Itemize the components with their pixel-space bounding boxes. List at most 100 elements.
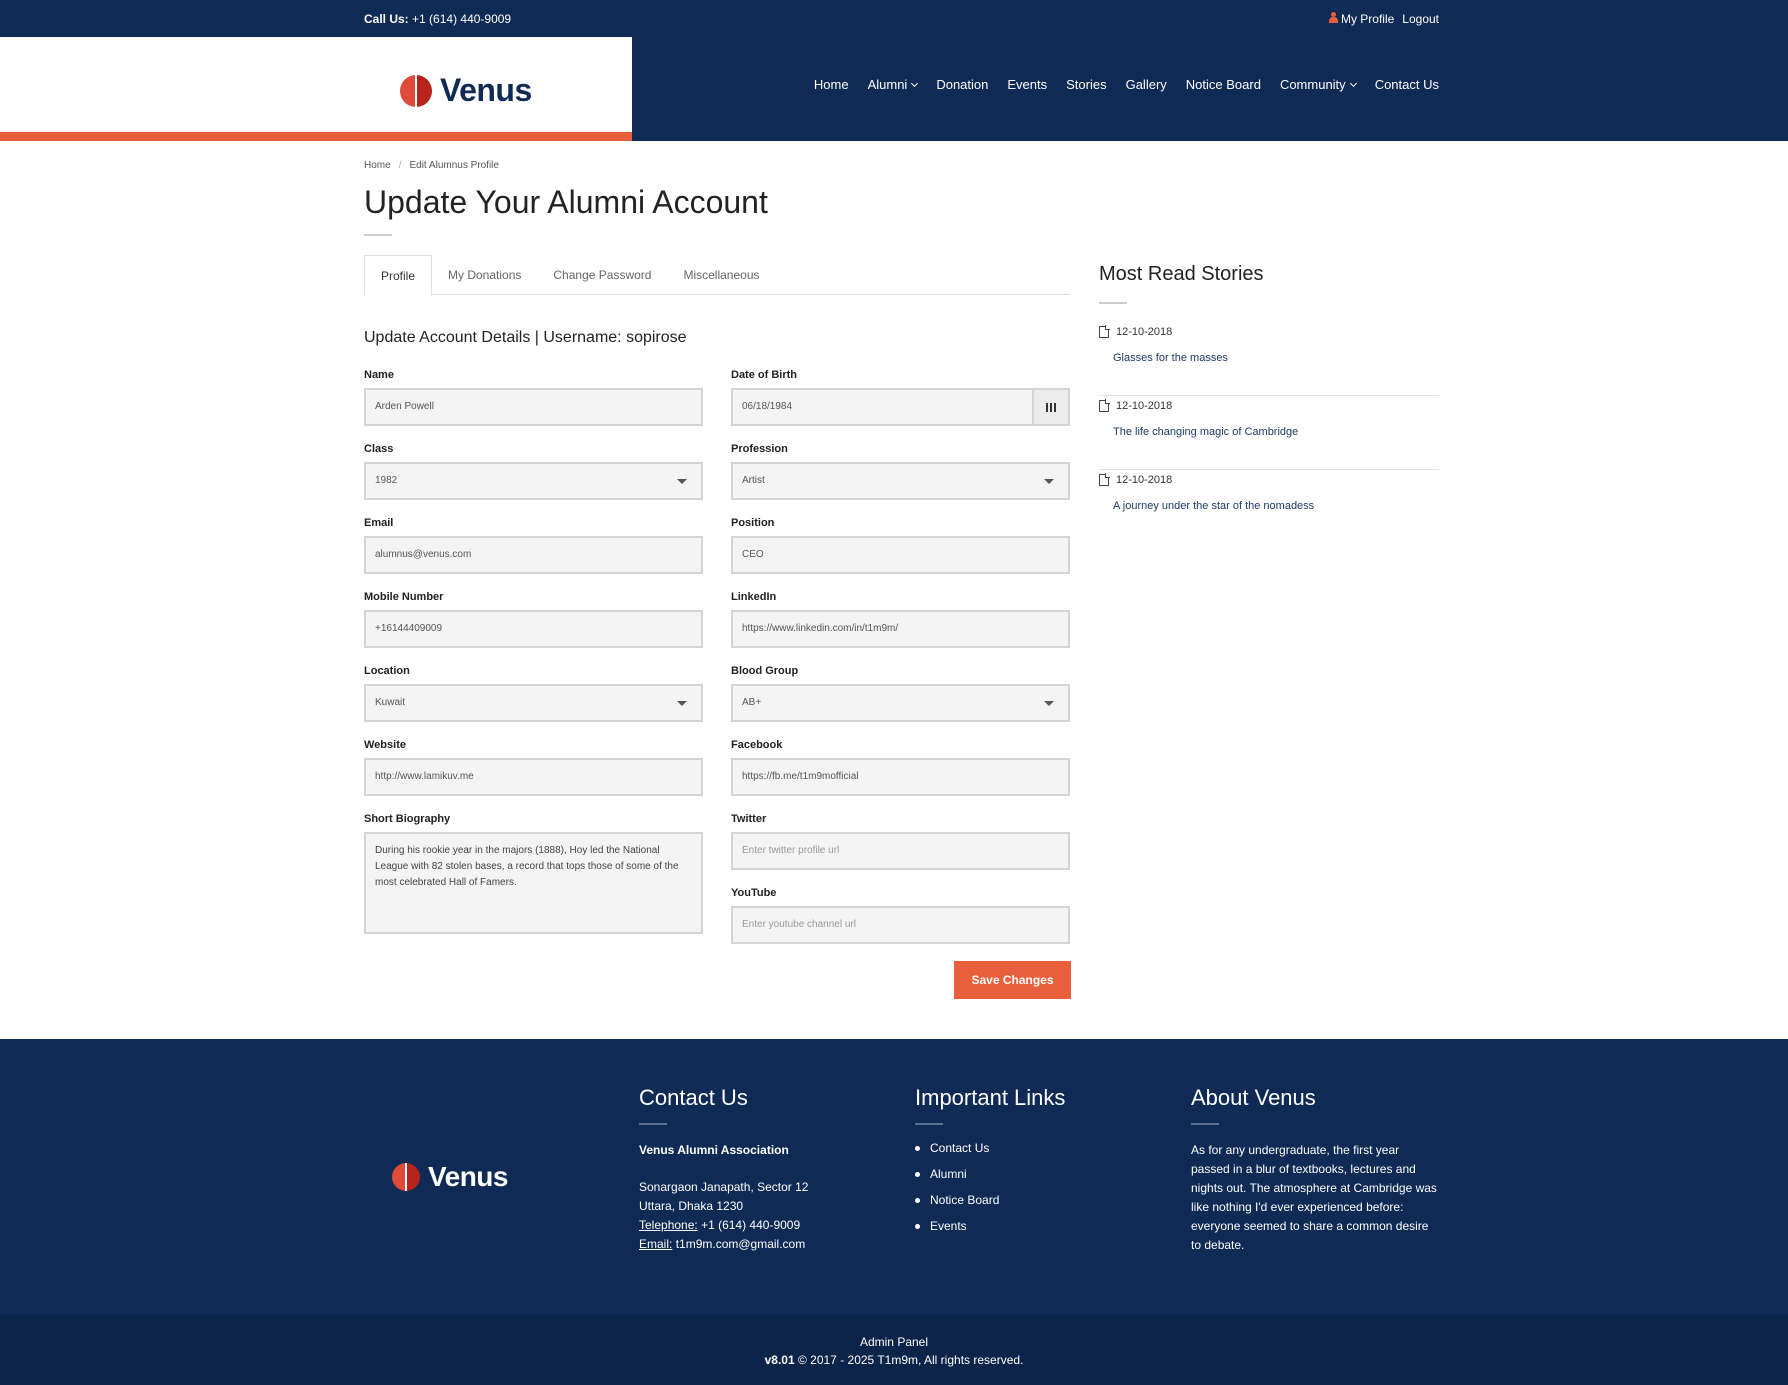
venus-logo-icon [400, 74, 432, 107]
footer-link[interactable]: Notice Board [915, 1193, 1065, 1207]
linkedin-label: LinkedIn [731, 591, 777, 603]
copyright-notice: © 2017 - 2025 T1m9m, All rights reserved… [797, 1353, 1024, 1367]
website-input[interactable]: http://www.lamikuv.me [364, 758, 703, 796]
class-select[interactable]: 1982 [364, 462, 703, 500]
footer-logo[interactable]: Venus [392, 1161, 508, 1193]
nav-events[interactable]: Events [1007, 77, 1047, 92]
blood-group-select[interactable]: AB+ [731, 684, 1070, 722]
facebook-input[interactable]: https://fb.me/t1m9mofficial [731, 758, 1070, 796]
telephone-label: Telephone: [639, 1218, 698, 1232]
brand-name: Venus [440, 72, 532, 108]
tab-change-password[interactable]: Change Password [537, 255, 667, 295]
location-field-group: Location Kuwait [364, 665, 703, 722]
footer-link[interactable]: Alumni [915, 1167, 1065, 1181]
email-input[interactable]: alumnus@venus.com [364, 536, 703, 574]
footer-link[interactable]: Events [915, 1219, 1065, 1233]
caret-down-icon [677, 701, 687, 706]
mobile-label: Mobile Number [364, 591, 444, 603]
bio-label: Short Biography [364, 813, 451, 825]
footer-links: Important Links Contact Us Alumni Notice… [915, 1085, 1065, 1245]
tab-my-donations[interactable]: My Donations [432, 255, 537, 295]
profession-field-group: Profession Artist [731, 443, 1070, 500]
logo-container: Venus [0, 37, 632, 141]
footer-org-name: Venus Alumni Association [639, 1143, 789, 1157]
profession-select[interactable]: Artist [731, 462, 1070, 500]
footer-contact: Contact Us Venus Alumni Association Sona… [639, 1085, 808, 1254]
nav-gallery[interactable]: Gallery [1126, 77, 1167, 92]
facebook-label: Facebook [731, 739, 783, 751]
tab-profile[interactable]: Profile [364, 255, 433, 296]
linkedin-input[interactable]: https://www.linkedin.com/in/t1m9m/ [731, 610, 1070, 648]
dob-input[interactable]: 06/18/1984 [731, 388, 1070, 426]
chevron-down-icon [911, 79, 919, 87]
page-title: Update Your Alumni Account [364, 184, 768, 220]
story-item: 12-10-2018 A journey under the star of t… [1099, 470, 1439, 544]
blood-group-value: AB+ [742, 697, 762, 708]
twitter-field-group: Twitter Enter twitter profile url [731, 813, 1070, 870]
facebook-field-group: Facebook https://fb.me/t1m9mofficial [731, 739, 1070, 796]
copyright-text: v8.01 © 2017 - 2025 T1m9m, All rights re… [0, 1351, 1788, 1369]
my-profile-link[interactable]: My Profile [1328, 12, 1395, 26]
top-bar: Call Us: +1 (614) 440-9009 My Profile Lo… [0, 0, 1788, 37]
breadcrumb-current: Edit Alumnus Profile [409, 160, 499, 171]
breadcrumb-home[interactable]: Home [364, 160, 391, 171]
email-label-footer: Email: [639, 1237, 673, 1251]
footer-links-heading: Important Links [915, 1085, 1066, 1110]
story-item: 12-10-2018 The life changing magic of Ca… [1099, 396, 1439, 470]
twitter-input[interactable]: Enter twitter profile url [731, 832, 1070, 870]
email-field-group: Email alumnus@venus.com [364, 517, 703, 574]
story-link[interactable]: A journey under the star of the nomadess [1113, 500, 1314, 512]
youtube-field-group: YouTube Enter youtube channel url [731, 887, 1070, 944]
story-date-text: 12-10-2018 [1116, 326, 1173, 338]
story-date: 12-10-2018 [1099, 399, 1172, 412]
footer-link-list: Contact Us Alumni Notice Board Events [915, 1141, 1065, 1233]
website-label: Website [364, 739, 406, 751]
phone-number: +1 (614) 440-9009 [412, 12, 512, 26]
calendar-button[interactable] [1032, 390, 1068, 424]
footer-divider [639, 1123, 667, 1125]
nav-stories[interactable]: Stories [1066, 77, 1106, 92]
bio-textarea[interactable]: During his rookie year in the majors (18… [364, 832, 703, 934]
youtube-label: YouTube [731, 887, 777, 899]
youtube-input[interactable]: Enter youtube channel url [731, 906, 1070, 944]
class-field-group: Class 1982 [364, 443, 703, 500]
tab-miscellaneous[interactable]: Miscellaneous [667, 255, 775, 295]
location-label: Location [364, 665, 410, 677]
position-input[interactable]: CEO [731, 536, 1070, 574]
nav-notice-board[interactable]: Notice Board [1186, 77, 1261, 92]
story-item: 12-10-2018 Glasses for the masses [1099, 322, 1439, 396]
logout-link[interactable]: Logout [1402, 12, 1439, 26]
name-label: Name [364, 369, 394, 381]
location-select[interactable]: Kuwait [364, 684, 703, 722]
mobile-input[interactable]: +16144409009 [364, 610, 703, 648]
story-link[interactable]: The life changing magic of Cambridge [1113, 426, 1298, 438]
nav-contact-us[interactable]: Contact Us [1375, 77, 1439, 92]
story-link[interactable]: Glasses for the masses [1113, 352, 1228, 364]
my-profile-label: My Profile [1340, 12, 1395, 26]
dob-field-group: Date of Birth 06/18/1984 [731, 369, 1070, 426]
footer-link[interactable]: Contact Us [915, 1141, 1065, 1155]
position-label: Position [731, 517, 775, 529]
footer-about-text: As for any undergraduate, the first year… [1191, 1143, 1437, 1252]
nav-home[interactable]: Home [814, 77, 849, 92]
nav-donation[interactable]: Donation [936, 77, 988, 92]
call-label: Call Us: [364, 12, 409, 26]
class-label: Class [364, 443, 394, 455]
nav-community[interactable]: Community [1280, 77, 1357, 92]
dob-value: 06/18/1984 [742, 401, 793, 412]
save-changes-button[interactable]: Save Changes [954, 961, 1071, 999]
twitter-label: Twitter [731, 813, 767, 825]
footer-contact-heading: Contact Us [639, 1085, 748, 1110]
admin-panel-link[interactable]: Admin Panel [0, 1333, 1788, 1351]
nav-alumni-label: Alumni [867, 77, 908, 92]
footer-divider [915, 1123, 943, 1125]
brand-logo[interactable]: Venus [400, 72, 532, 109]
footer-divider [1191, 1123, 1219, 1125]
caret-down-icon [1044, 479, 1054, 484]
nav-alumni[interactable]: Alumni [867, 77, 919, 92]
footer: Venus Contact Us Venus Alumni Associatio… [0, 1039, 1788, 1314]
footer-brand-name: Venus [428, 1161, 508, 1192]
email-value[interactable]: t1m9m.com@gmail.com [676, 1237, 806, 1251]
caret-down-icon [1044, 701, 1054, 706]
name-input[interactable]: Arden Powell [364, 388, 703, 426]
